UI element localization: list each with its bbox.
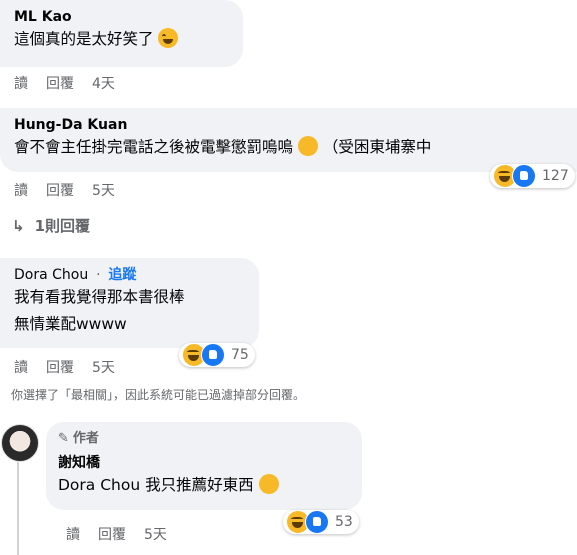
comment-bubble: Dora Chou · 追蹤 我有看我覺得那本書很棒 無情業配wwww [0,258,259,348]
reply-button[interactable]: 回覆 [46,73,74,93]
comment-actions: 讀 回覆 5天 [14,180,115,200]
comment-bubble: ML Kao 這個真的是太好笑了 [0,0,243,67]
filter-note: 你選擇了「最相關」，因此系統可能已過濾掉部分回覆。 [11,388,306,402]
reply-arrow-icon: ↳ [12,217,25,235]
separator: · [96,267,101,283]
reaction-count: 75 [231,347,249,363]
reaction-count: 53 [335,514,353,530]
comment-text-line: 我有看我覺得那本書很棒 [14,288,185,306]
comment-text: 會不會主任掛完電話之後被電擊懲罰嗚嗚 （受困東埔寨中 [14,136,432,156]
reply-author[interactable]: 謝知橋 [58,454,350,472]
timestamp[interactable]: 5天 [92,357,115,377]
reaction-summary[interactable]: 53 [283,510,359,534]
author-badge: ✎ 作者 [58,431,99,446]
read-button[interactable]: 讀 [66,524,80,544]
mention-link[interactable]: Dora Chou [58,476,140,494]
like-reaction-icon [512,164,536,188]
like-reaction-icon [201,343,225,367]
read-button[interactable]: 讀 [14,357,28,377]
avatar[interactable] [1,424,39,462]
reply-bubble: ✎ 作者 謝知橋 Dora Chou 我只推薦好東西 [46,422,362,510]
heart-eyes-emoji-icon [258,474,279,494]
view-replies-link[interactable]: ↳ 1則回覆 [12,215,90,236]
follow-link[interactable]: 追蹤 [108,267,136,283]
reply-button[interactable]: 回覆 [98,524,126,544]
comment-author[interactable]: ML Kao [14,8,231,26]
timestamp[interactable]: 5天 [144,524,167,544]
crying-emoji-icon [297,136,318,156]
comment-actions: 讀 回覆 5天 [14,357,115,377]
reaction-summary[interactable]: 75 [179,343,255,367]
comment-author[interactable]: Hung-Da Kuan [14,116,565,134]
comment-actions: 讀 回覆 4天 [14,73,115,93]
like-reaction-icon [305,510,329,534]
reply-button[interactable]: 回覆 [46,357,74,377]
read-button[interactable]: 讀 [14,73,28,93]
comment-text: 這個真的是太好笑了 [14,26,231,53]
comment-bubble: Hung-Da Kuan 會不會主任掛完電話之後被電擊懲罰嗚嗚 （受困東埔寨中 [0,108,577,172]
reaction-count: 127 [542,168,569,184]
reply-actions: 讀 回覆 5天 [66,524,167,544]
timestamp[interactable]: 5天 [92,180,115,200]
comment-text-line: 無情業配wwww [14,315,127,333]
timestamp[interactable]: 4天 [92,73,115,93]
thread-connector [17,462,19,555]
reply-text: Dora Chou 我只推薦好東西 [58,472,350,499]
pencil-icon: ✎ [58,431,69,446]
read-button[interactable]: 讀 [14,180,28,200]
comment-author-row: Dora Chou · 追蹤 [14,266,247,284]
comment-author[interactable]: Dora Chou [14,267,88,283]
reply-button[interactable]: 回覆 [46,180,74,200]
reaction-summary[interactable]: 127 [490,164,575,188]
laughing-emoji-icon [158,28,179,48]
